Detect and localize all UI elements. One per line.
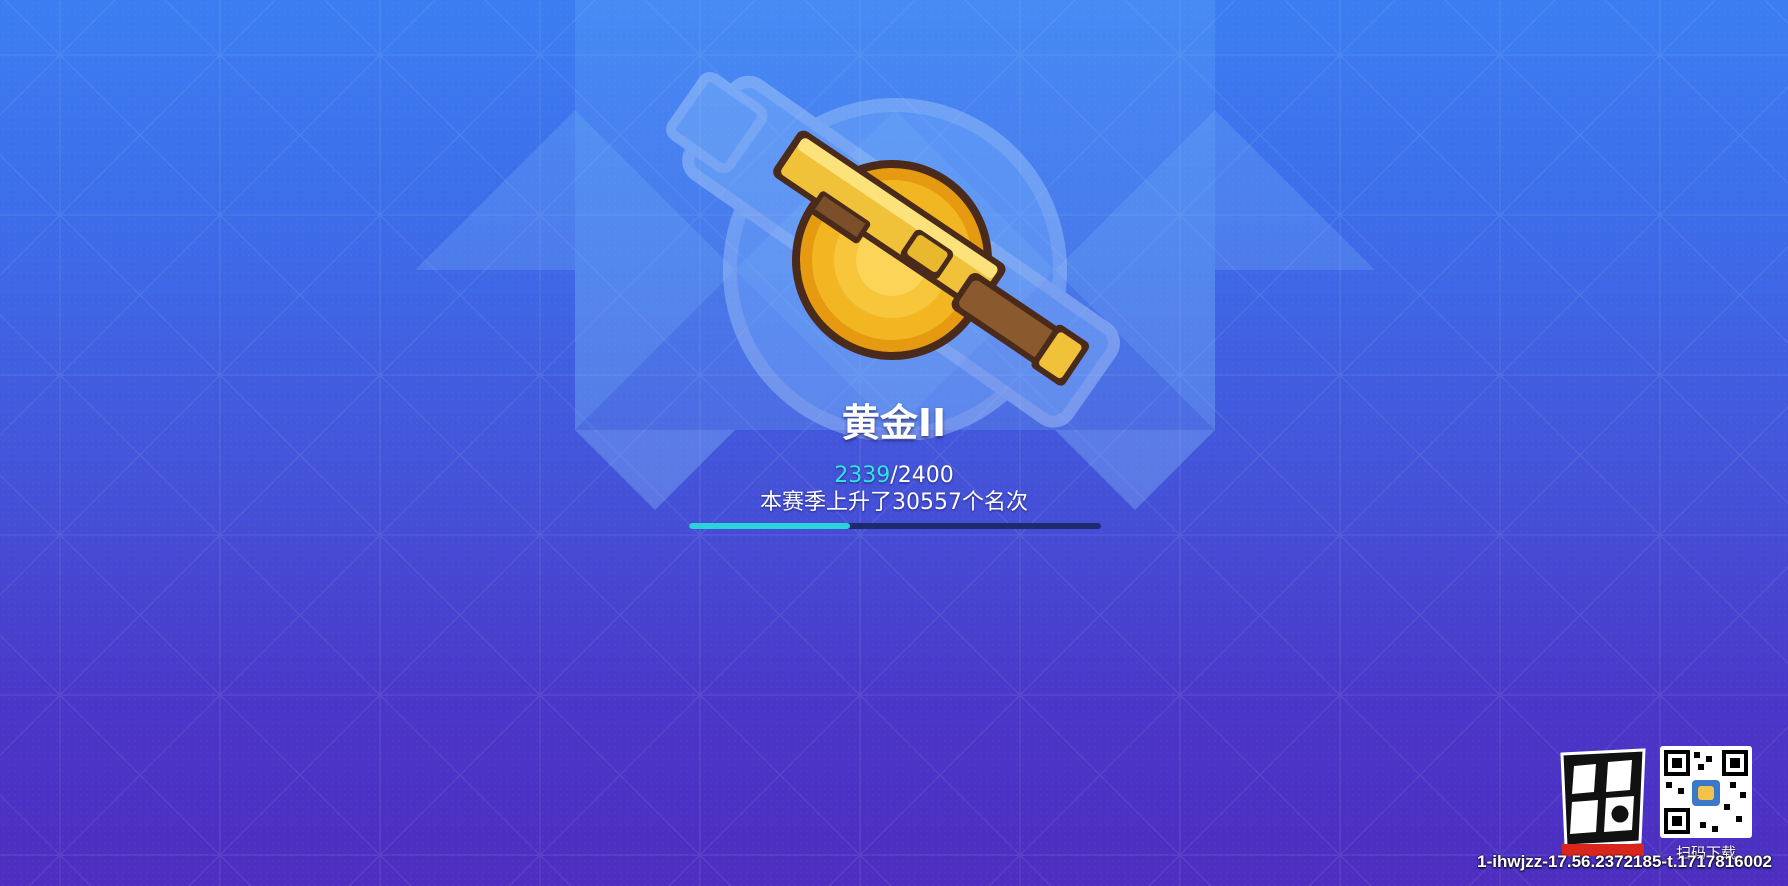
rank-progress-bar (689, 523, 1101, 529)
rank-score: 2339/2400 (744, 462, 1044, 490)
sausage-man-logo (1560, 748, 1646, 856)
download-qr-code (1660, 746, 1752, 838)
rank-title: 黄金II (841, 401, 947, 445)
score-max: 2400 (897, 463, 954, 488)
qr-code-icon (1664, 750, 1748, 834)
score-current: 2339 (834, 463, 891, 488)
build-id-watermark: 1-ihwjzz-17.56.2372185-t.1717816002 (1477, 852, 1772, 871)
rank-progress-fill (689, 523, 850, 529)
season-rank-change: 本赛季上升了30557个名次 (760, 490, 1028, 515)
rank-result-screen: 黄金II 2339/2400 本赛季上升了30557个名次 扫码下载 1-ihw… (0, 0, 1788, 886)
gold-rifle-rank-icon (666, 71, 1120, 440)
score-separator: / (890, 463, 898, 488)
